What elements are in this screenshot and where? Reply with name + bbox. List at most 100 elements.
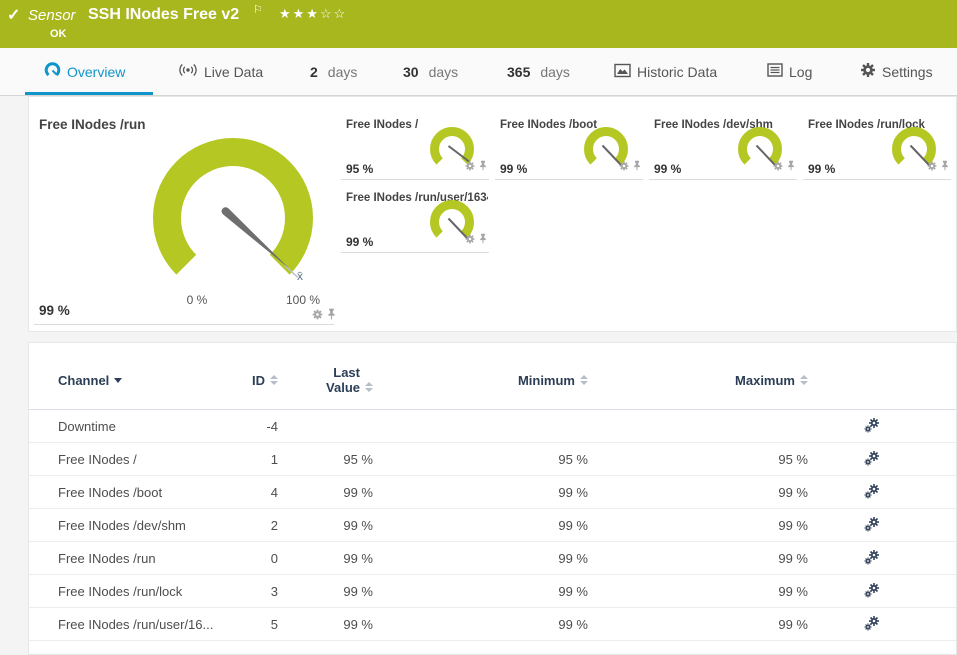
tab-label: Settings [882,63,933,80]
pin-icon[interactable] [787,158,795,176]
channel-name[interactable]: Free INodes /boot [58,485,248,500]
sensor-type-label: Sensor [28,7,76,24]
channel-settings-gears-icon[interactable] [864,582,880,601]
tab-2-days[interactable]: 2 days [310,48,357,95]
channel-id: 4 [270,484,278,500]
minimum-value: 95 % [558,451,588,467]
last-value: 99 % [343,484,373,500]
gauge-settings-gear-icon[interactable] [465,158,475,176]
gauge-settings-gear-icon[interactable] [927,158,937,176]
channel-name[interactable]: Free INodes /dev/shm [58,518,248,533]
minimum-value: 99 % [558,550,588,566]
tab-number: 2 [310,63,318,80]
mini-gauge-cell[interactable]: Free INodes /run/user/16342... 99 % [341,187,489,253]
gauge-value: 99 % [808,162,836,176]
sensor-header: ✓ Sensor SSH INodes Free v2 ⚐ ★★★☆☆ OK [0,0,957,48]
tab-unit: days [428,63,459,80]
maximum-value: 95 % [778,451,808,467]
pin-icon[interactable] [479,231,487,249]
tab-overview[interactable]: Overview [44,48,125,95]
column-header-maximum[interactable]: Maximum [588,373,808,388]
channel-id: 5 [270,616,278,632]
channel-settings-gears-icon[interactable] [864,516,880,535]
chart-icon [614,63,631,81]
tab-label: Historic Data [637,63,718,80]
table-row[interactable]: Free INodes /run 0 99 % 99 % 99 % [29,542,956,575]
column-header-channel[interactable]: Channel [58,373,248,388]
pin-icon[interactable] [633,158,641,176]
gauge-settings-gear-icon[interactable] [312,307,323,325]
flag-icon[interactable]: ⚐ [253,3,263,16]
tab-log[interactable]: Log [767,48,812,95]
tab-settings[interactable]: Settings [860,48,933,95]
pin-icon[interactable] [327,307,336,325]
tab-historic-data[interactable]: Historic Data [614,48,717,95]
gauge-value: 99 % [654,162,682,176]
tab-unit: days [540,63,570,80]
mini-gauge-cell[interactable]: Free INodes /run/lock 99 % [803,114,951,180]
tab-label: Overview [67,63,126,80]
channel-table-panel: Channel ID Last Value Minimum Maximum Do… [28,342,957,655]
channel-name[interactable]: Free INodes /run [58,551,248,566]
last-value: 99 % [343,583,373,599]
tab-bar: Overview Live Data 2 days 30 days 365 da… [0,48,957,96]
channel-settings-gears-icon[interactable] [864,615,880,634]
table-row[interactable]: Free INodes / 1 95 % 95 % 95 % [29,443,956,476]
table-row[interactable]: Downtime -4 [29,410,956,443]
table-row[interactable]: Free INodes /dev/shm 2 99 % 99 % 99 % [29,509,956,542]
column-header-minimum[interactable]: Minimum [373,373,588,388]
gauge-settings-gear-icon[interactable] [465,231,475,249]
gauge-value: 99 % [346,235,374,249]
last-value: 99 % [343,550,373,566]
channel-name[interactable]: Free INodes /run/user/16... [58,617,248,632]
pin-icon[interactable] [941,158,949,176]
column-header-id[interactable]: ID [248,373,278,388]
channel-settings-gears-icon[interactable] [864,549,880,568]
channel-settings-gears-icon[interactable] [864,483,880,502]
log-icon [767,63,783,80]
table-row[interactable]: Free INodes /run/user/16... 5 99 % 99 % … [29,608,956,641]
maximum-value: 99 % [778,484,808,500]
active-tab-underline [25,92,153,95]
mini-gauge-cell[interactable]: Free INodes /boot 99 % [495,114,643,180]
gauge-value: 95 % [346,162,374,176]
minimum-value: 99 % [558,484,588,500]
channel-settings-gears-icon[interactable] [864,417,880,436]
tab-365-days[interactable]: 365 days [507,48,570,95]
channel-name[interactable]: Free INodes /run/lock [58,584,248,599]
broadcast-icon [178,62,198,81]
channel-name[interactable]: Downtime [58,419,248,434]
sort-icon [800,375,808,385]
gauge-settings-gear-icon[interactable] [619,158,629,176]
gauge-icon [44,62,61,81]
sort-desc-icon [114,377,123,383]
sort-icon [580,375,588,385]
tab-30-days[interactable]: 30 days [403,48,458,95]
mini-gauge-cell[interactable]: Free INodes /dev/shm 99 % [649,114,797,180]
tab-number: 30 [403,63,419,80]
minimum-value: 99 % [558,517,588,533]
last-value: 99 % [343,517,373,533]
table-row[interactable]: Free INodes /run/lock 3 99 % 99 % 99 % [29,575,956,608]
priority-stars[interactable]: ★★★☆☆ [279,6,347,22]
status-badge: OK [50,28,67,40]
last-value: 95 % [343,451,373,467]
mini-gauge-cell[interactable]: Free INodes / 95 % [341,114,489,180]
channel-settings-gears-icon[interactable] [864,450,880,469]
pin-icon[interactable] [479,158,487,176]
last-value: 99 % [343,616,373,632]
gauge-settings-gear-icon[interactable] [773,158,783,176]
average-marker: x̄ [297,269,303,283]
page-title: SSH INodes Free v2 [88,6,240,23]
column-header-last-value[interactable]: Last Value [278,365,373,395]
gauges-panel: Free INodes /run x̄ 0 % 100 % 99 % Free … [28,96,957,332]
gauge-min-label: 0 % [186,293,208,307]
gear-icon [860,62,876,81]
channel-name[interactable]: Free INodes / [58,452,248,467]
channel-id: 0 [270,550,278,566]
table-row[interactable]: Free INodes /boot 4 99 % 99 % 99 % [29,476,956,509]
table-header-row: Channel ID Last Value Minimum Maximum [29,343,956,410]
minimum-value: 99 % [558,616,588,632]
tab-live-data[interactable]: Live Data [178,48,263,95]
gauge-title: Free INodes /run [39,117,146,132]
